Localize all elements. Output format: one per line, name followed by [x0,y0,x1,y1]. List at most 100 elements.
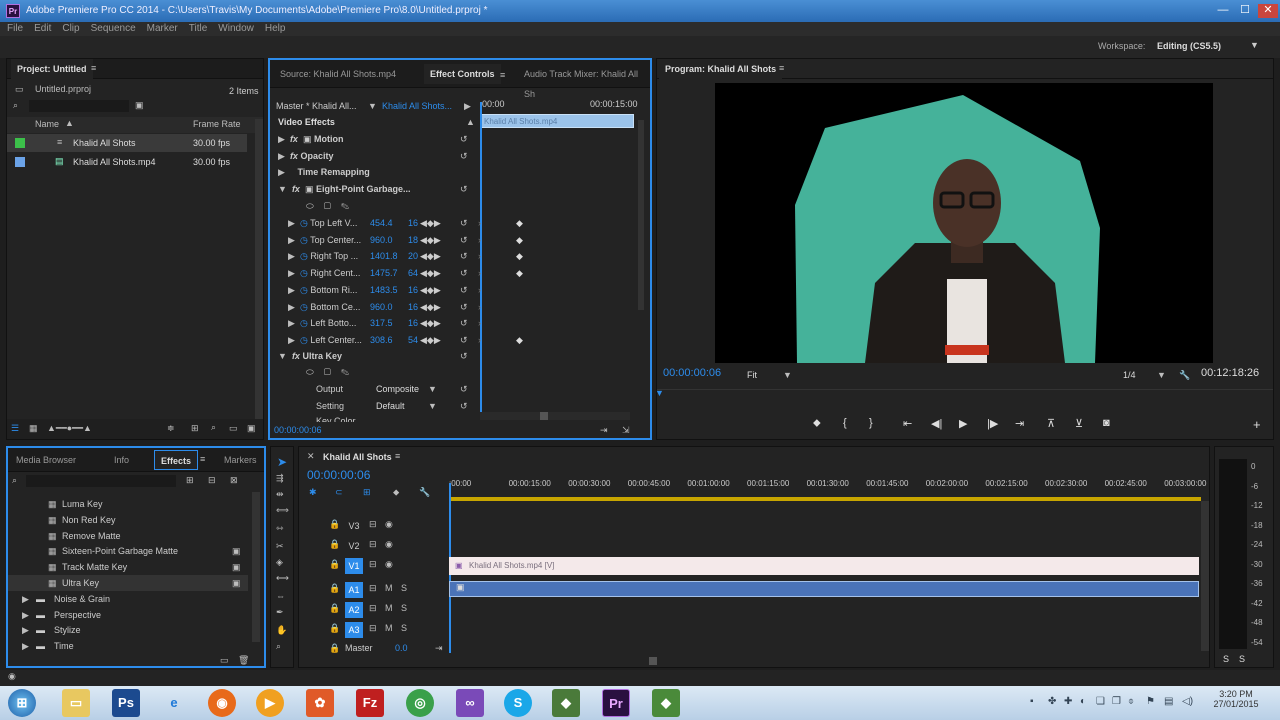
track-header[interactable]: 🔒 V3 ⊟ ◉ [327,517,447,535]
hand-tool-icon[interactable]: ✋ [276,625,287,636]
nest-icon[interactable]: ✱ [309,487,317,498]
tab-program[interactable]: Program: Khalid All Shots [659,59,783,79]
tab-info[interactable]: Info [108,450,135,470]
param-row[interactable]: ▶ ◷ Left Center... 308.6 54 ◀◆▶ ↺ › ◆ [288,332,628,348]
scrollbar[interactable] [255,119,263,419]
panel-menu-icon[interactable]: ≡ [779,63,784,73]
mute-button[interactable]: M [385,623,393,633]
sync-lock-icon[interactable]: ⊟ [369,559,377,570]
timeline-timecode[interactable]: 00:00:00:06 [307,467,370,483]
sort-ascending-icon[interactable]: ▲ [65,118,74,128]
project-item[interactable]: ▤ Khalid All Shots.mp4 30.00 fps [7,153,247,171]
razor-tool-icon[interactable]: ✂ [276,541,284,552]
audio-clip[interactable]: ▣ [449,581,1199,597]
param-row[interactable]: ▶ ◷ Bottom Ce... 960.0 16 ◀◆▶ ↺ › [288,299,628,315]
camera-icon[interactable]: ◙ [1103,417,1110,429]
icon-view-icon[interactable]: ▦ [29,423,38,434]
premiere-taskbar-icon[interactable]: Pr [602,689,630,717]
track-select-tool-icon[interactable]: ⇶ [276,473,284,484]
tray-icon[interactable]: ◐ [1080,696,1086,707]
track-name[interactable]: A3 [345,622,363,638]
menu-edit[interactable]: Edit [27,22,55,36]
keyframe-nav-icon[interactable]: ◀◆▶ [420,248,441,264]
razor-blade-icon[interactable]: ◈ [276,557,283,568]
playhead[interactable]: ▼ [655,388,664,398]
pen-mask-icon[interactable]: ✎ [341,201,349,211]
reset-icon[interactable]: ↺ [460,398,468,414]
play-icon[interactable]: ▶ [464,98,471,114]
reset-icon[interactable]: ↺ [460,381,468,397]
param-row[interactable]: ▶ ◷ Right Top ... 1401.8 20 ◀◆▶ ↺ › ◆ [288,248,628,264]
param-value-y[interactable]: 16 [408,215,418,231]
rect-mask-icon[interactable]: ▢ [324,201,331,211]
app-icon[interactable]: ◆ [652,689,680,717]
program-time-ruler[interactable]: ▼ [655,388,1273,403]
new-bin-icon[interactable]: ▭ [229,423,238,434]
video-clip[interactable]: ▣ Khalid All Shots.mp4 [V] [449,557,1199,575]
effect-row[interactable]: ▶ Time Remapping [278,164,478,180]
effect-list-item[interactable]: ▦ Track Matte Key ▣ [8,559,248,575]
ripple-edit-tool-icon[interactable]: ⇹ [276,489,284,500]
project-item[interactable]: ≡ Khalid All Shots 30.00 fps [7,134,247,152]
stopwatch-icon[interactable]: ◷ [300,318,308,328]
effect-row[interactable]: ▶ fx ▣ Motion ↺ [278,131,478,147]
keyframe-nav-icon[interactable]: ◀◆▶ [420,282,441,298]
internet-explorer-icon[interactable]: e [160,689,188,717]
mark-in-icon[interactable]: { [843,417,847,429]
chrome-icon[interactable]: ◎ [406,689,434,717]
tray-icon[interactable]: ✤ [1048,696,1056,707]
step-back-icon[interactable]: ◀| [931,417,942,430]
effects-search-input[interactable] [26,475,176,487]
zoom-tool-icon[interactable]: ⌕ [276,641,281,652]
program-timecode[interactable]: 00:00:00:06 [663,365,721,381]
track-header[interactable]: 🔒 A1 ⊟ M S [327,581,447,599]
reset-icon[interactable]: ↺ [460,348,468,364]
effect-list-item[interactable]: ▶ ▬ Perspective [8,607,248,623]
slip-tool-icon[interactable]: ⟷ [276,573,289,584]
horizontal-scrollbar[interactable] [480,412,630,420]
col-frame-rate[interactable]: Frame Rate [193,119,241,129]
explorer-icon[interactable]: ▭ [62,689,90,717]
rolling-edit-tool-icon[interactable]: ⟺ [276,505,289,516]
play-icon[interactable]: ▶ [959,417,967,430]
solo-left[interactable]: S [1223,651,1229,667]
ellipse-mask-icon[interactable]: ⬭ [306,201,314,211]
track-name[interactable]: A2 [345,602,363,618]
extract-icon[interactable]: ⊻ [1075,417,1083,430]
expand-icon[interactable]: ▶ [288,218,295,228]
track-header[interactable]: 🔒 V1 ⊟ ◉ [327,557,447,575]
pen-tool-icon[interactable]: ✒ [276,607,284,618]
param-value-x[interactable]: 308.6 [370,332,393,348]
keyframe-nav-icon[interactable]: ◀◆▶ [420,215,441,231]
wrench-icon[interactable]: 🔧 [1179,367,1190,383]
param-value-x[interactable]: 1475.7 [370,265,398,281]
close-icon[interactable]: ✕ [307,451,315,462]
new-bin-icon[interactable]: ▭ [220,652,229,668]
chevron-down-icon[interactable]: ▼ [1250,40,1259,50]
tab-project[interactable]: Project: Untitled [11,59,93,79]
stopwatch-icon[interactable]: ◷ [300,335,308,345]
param-value-y[interactable]: 64 [408,265,418,281]
snap-icon[interactable]: ⊂ [335,487,343,498]
search-icon[interactable]: ⌕ [12,472,17,488]
app-icon[interactable]: ✿ [306,689,334,717]
reset-icon[interactable]: ↺ [460,282,468,298]
solo-button[interactable]: S [401,623,407,633]
sync-lock-icon[interactable]: ⊟ [369,583,377,594]
scrollbar[interactable] [1201,501,1209,651]
param-row[interactable]: ▶ ◷ Right Cent... 1475.7 64 ◀◆▶ ↺ › ◆ [288,265,628,281]
param-value-y[interactable]: 16 [408,315,418,331]
lift-icon[interactable]: ⊼ [1047,417,1055,430]
menu-marker[interactable]: Marker [140,22,182,36]
stopwatch-icon[interactable]: ◷ [300,268,308,278]
maximize-button[interactable]: ☐ [1236,4,1254,18]
panel-menu-icon[interactable]: ≡ [91,63,96,73]
reset-icon[interactable]: ↺ [460,131,468,147]
work-area-bar[interactable] [449,497,1201,501]
expand-icon[interactable]: ▶ [288,318,295,328]
eye-icon[interactable]: ◉ [385,559,393,570]
param-value-y[interactable]: 54 [408,332,418,348]
flag-icon[interactable]: ⚑ [1146,696,1155,707]
tab-effect-controls[interactable]: Effect Controls [424,64,501,84]
tray-icon[interactable]: ✚ [1064,696,1072,707]
